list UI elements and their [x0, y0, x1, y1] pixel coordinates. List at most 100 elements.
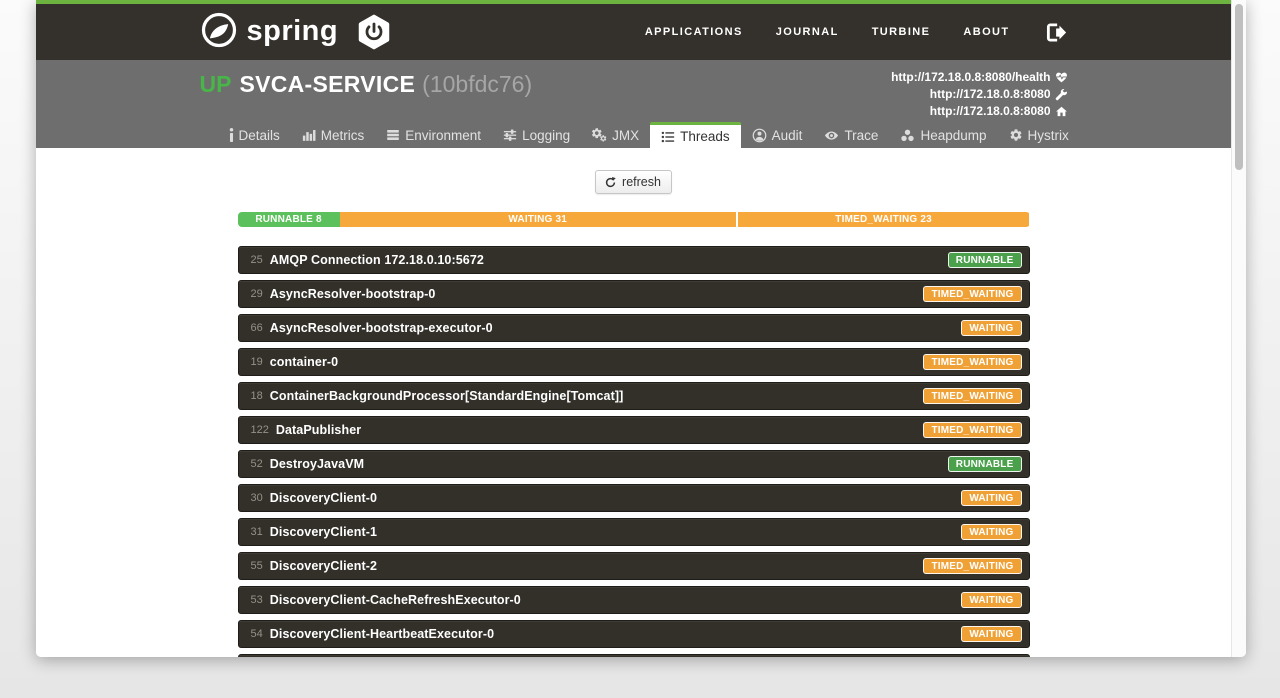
thread-id: 54 [251, 628, 263, 640]
url-text: http://172.18.0.8:8080/health [891, 69, 1050, 86]
thread-row[interactable]: 18 ContainerBackgroundProcessor[Standard… [238, 382, 1030, 410]
thread-state-badge: WAITING [961, 592, 1021, 608]
thread-id: 31 [251, 526, 263, 538]
nav-links: APPLICATIONS JOURNAL TURBINE ABOUT [645, 26, 1010, 38]
nav-applications[interactable]: APPLICATIONS [645, 26, 743, 38]
threads-panel: refresh RUNNABLE 8WAITING 31TIMED_WAITIN… [36, 148, 1231, 657]
refresh-icon [604, 176, 617, 189]
service-url-link[interactable]: http://172.18.0.8:8080 [891, 103, 1067, 120]
service-urls: http://172.18.0.8:8080/health http://172… [891, 69, 1067, 120]
tab-environment[interactable]: Environment [375, 122, 492, 148]
tab-label: Trace [844, 128, 878, 143]
thread-row[interactable]: 53 DiscoveryClient-CacheRefreshExecutor-… [238, 586, 1030, 614]
thread-state-badge: RUNNABLE [948, 456, 1022, 472]
thread-state-segment: RUNNABLE 8 [238, 212, 340, 227]
thread-row[interactable]: 55 DiscoveryClient-2 TIMED_WAITING [238, 552, 1030, 580]
thread-state-badge: TIMED_WAITING [923, 422, 1021, 438]
nav-about[interactable]: ABOUT [963, 26, 1009, 38]
thread-row[interactable]: 30 DiscoveryClient-0 WAITING [238, 484, 1030, 512]
thread-id: 66 [251, 322, 263, 334]
nav-turbine[interactable]: TURBINE [872, 26, 931, 38]
signout-icon[interactable] [1043, 20, 1068, 45]
wrench-icon [1055, 88, 1068, 101]
tab-label: Threads [680, 129, 730, 144]
eye-icon [824, 128, 839, 143]
browser-page: spring APPLICATIONSJOURNALTURBINEABOUT U… [36, 0, 1246, 657]
thread-row[interactable]: 66 AsyncResolver-bootstrap-executor-0 WA… [238, 314, 1030, 342]
gear-icon [1009, 128, 1023, 142]
spring-boot-icon [356, 14, 392, 50]
thread-name: DiscoveryClient-2 [270, 559, 377, 573]
tab-heapdump[interactable]: Heapdump [889, 122, 997, 148]
tab-details[interactable]: Details [218, 122, 291, 148]
service-name: SVCA-SERVICE [239, 71, 415, 97]
tab-label: Heapdump [920, 128, 986, 143]
tab-logging[interactable]: Logging [492, 122, 581, 148]
thread-state-segment: WAITING 31 [340, 212, 736, 227]
circles-icon [900, 128, 915, 143]
tab-trace[interactable]: Trace [813, 122, 889, 148]
tab-jmx[interactable]: JMX [581, 122, 650, 148]
thread-id: 55 [251, 560, 263, 572]
service-url-link[interactable]: http://172.18.0.8:8080 [891, 86, 1067, 103]
thread-name: AMQP Connection 172.18.0.10:5672 [270, 253, 484, 267]
thread-list: 25 AMQP Connection 172.18.0.10:5672 RUNN… [238, 246, 1030, 648]
thread-name: DiscoveryClient-HeartbeatExecutor-0 [270, 627, 494, 641]
thread-id: 25 [251, 254, 263, 266]
thread-id: 29 [251, 288, 263, 300]
refresh-button[interactable]: refresh [595, 170, 672, 194]
service-url-link[interactable]: http://172.18.0.8:8080/health [891, 69, 1067, 86]
instance-id: (10bfdc76) [422, 71, 532, 97]
thread-state-badge: TIMED_WAITING [923, 388, 1021, 404]
thread-name: AsyncResolver-bootstrap-executor-0 [270, 321, 493, 335]
url-text: http://172.18.0.8:8080 [930, 86, 1051, 103]
thread-name: DiscoveryClient-0 [270, 491, 377, 505]
thread-state-badge: TIMED_WAITING [923, 558, 1021, 574]
thread-row[interactable]: 54 DiscoveryClient-HeartbeatExecutor-0 W… [238, 620, 1030, 648]
thread-state-badge: WAITING [961, 626, 1021, 642]
thread-name: AsyncResolver-bootstrap-0 [270, 287, 436, 301]
thread-row[interactable]: 25 AMQP Connection 172.18.0.10:5672 RUNN… [238, 246, 1030, 274]
thread-row[interactable]: 31 DiscoveryClient-1 WAITING [238, 518, 1030, 546]
tab-hystrix[interactable]: Hystrix [998, 122, 1080, 148]
thread-state-badge: TIMED_WAITING [923, 354, 1021, 370]
scrollbar-thumb[interactable] [1235, 4, 1243, 170]
url-text: http://172.18.0.8:8080 [930, 103, 1051, 120]
tab-threads[interactable]: Threads [650, 122, 741, 148]
page-title: UPSVCA-SERVICE(10bfdc76) [200, 71, 533, 120]
sliders-icon [503, 128, 517, 142]
spring-brand[interactable]: spring [200, 11, 393, 54]
page-scrollbar[interactable] [1231, 0, 1246, 657]
thread-name: DiscoveryClient-CacheRefreshExecutor-0 [270, 593, 521, 607]
tab-metrics[interactable]: Metrics [291, 122, 376, 148]
thread-id: 122 [251, 424, 269, 436]
heartbeat-icon [1055, 71, 1068, 84]
thread-state-badge: TIMED_WAITING [923, 286, 1021, 302]
thread-row[interactable]: 29 AsyncResolver-bootstrap-0 TIMED_WAITI… [238, 280, 1030, 308]
tab-label: Logging [522, 128, 570, 143]
thread-name: ContainerBackgroundProcessor[StandardEng… [270, 389, 624, 403]
thread-name: container-0 [270, 355, 338, 369]
user-icon [752, 128, 767, 143]
thread-row[interactable]: 19 container-0 TIMED_WAITING [238, 348, 1030, 376]
gears-icon [592, 128, 607, 143]
thread-name: DestroyJavaVM [270, 457, 364, 471]
thread-id: 53 [251, 594, 263, 606]
thread-id: 30 [251, 492, 263, 504]
info-icon [229, 128, 234, 142]
tab-label: JMX [612, 128, 639, 143]
thread-id: 18 [251, 390, 263, 402]
thread-state-badge: WAITING [961, 490, 1021, 506]
thread-state-segment: TIMED_WAITING 23 [736, 212, 1030, 227]
thread-name: DiscoveryClient-1 [270, 525, 377, 539]
spring-leaf-icon [200, 11, 238, 54]
tab-label: Details [239, 128, 280, 143]
thread-name: DataPublisher [276, 423, 361, 437]
thread-row[interactable]: 52 DestroyJavaVM RUNNABLE [238, 450, 1030, 478]
thread-row-partial[interactable] [238, 654, 1030, 657]
nav-journal[interactable]: JOURNAL [776, 26, 839, 38]
thread-id: 19 [251, 356, 263, 368]
thread-state-badge: WAITING [961, 524, 1021, 540]
tab-audit[interactable]: Audit [741, 122, 814, 148]
thread-row[interactable]: 122 DataPublisher TIMED_WAITING [238, 416, 1030, 444]
